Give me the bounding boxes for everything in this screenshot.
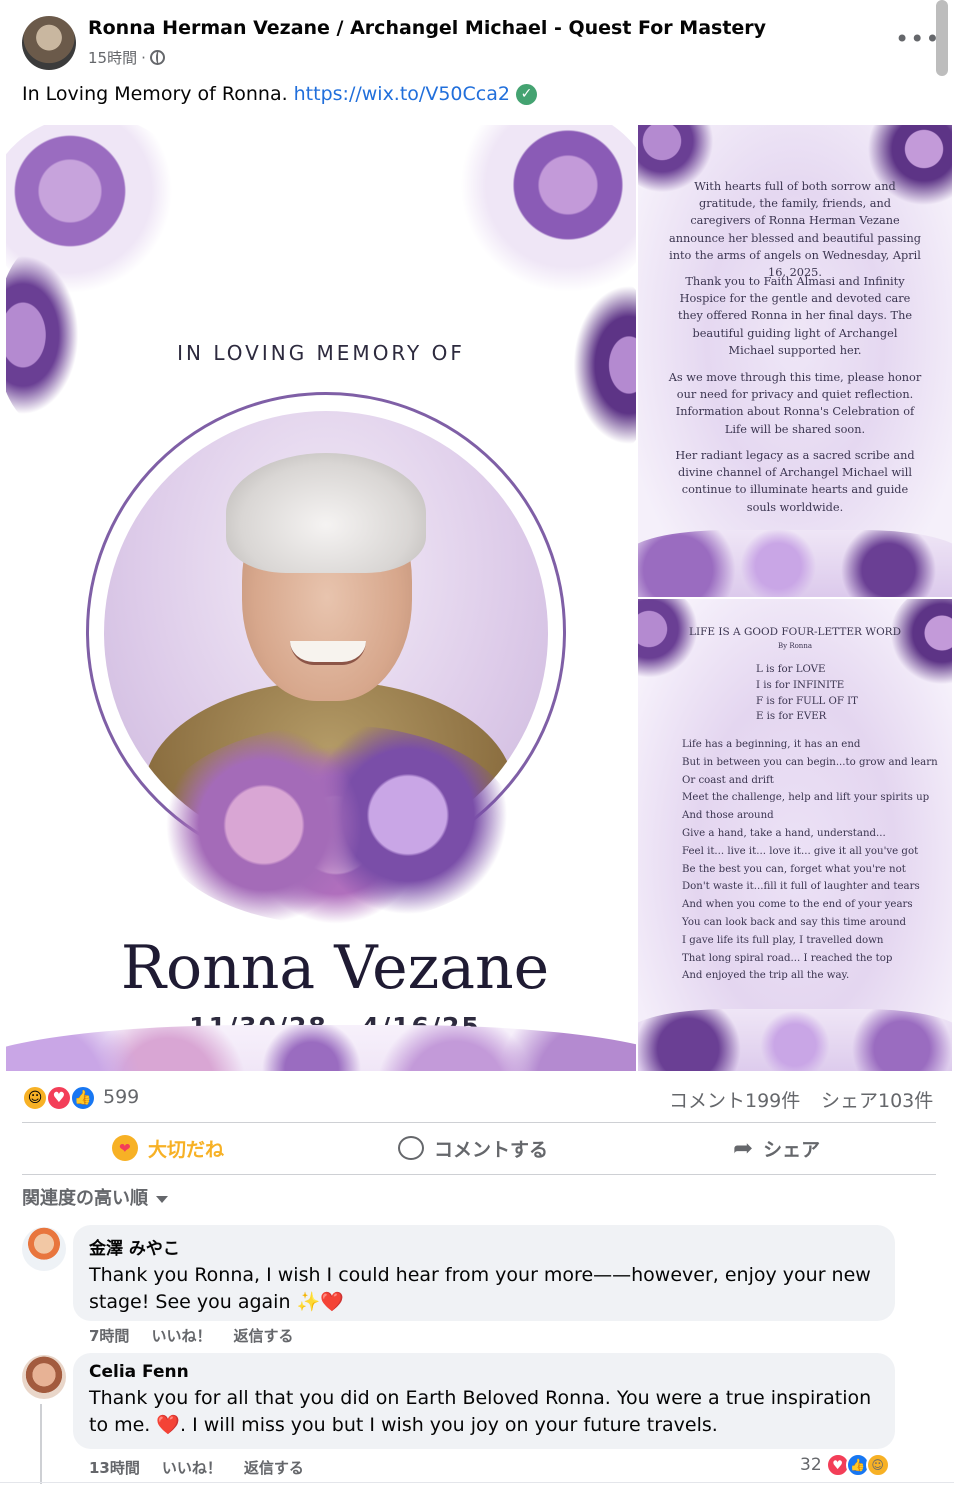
facebook-post: Ronna Herman Vezane / Archangel Michael … xyxy=(0,0,954,1500)
commenter-avatar[interactable] xyxy=(22,1227,66,1271)
announcement-paragraph-3: As we move through this time, please hon… xyxy=(668,371,922,436)
sort-label: 関連度の高い順 xyxy=(22,1188,148,1209)
reaction-summary-icons[interactable]: ☺ ♥ 👍 xyxy=(22,1085,98,1111)
floral-decoration xyxy=(566,275,636,455)
comment-actions: 13時間 いいね！ 返信する xyxy=(89,1457,304,1478)
share-label: シェア xyxy=(763,1138,821,1161)
poem-card-image[interactable]: LIFE IS A GOOD FOUR-LETTER WORD By Ronna… xyxy=(638,599,952,1071)
announcement-paragraph-1: With hearts full of both sorrow and grat… xyxy=(668,180,922,280)
page-name[interactable]: Ronna Herman Vezane / Archangel Michael … xyxy=(88,17,766,39)
like-icon: 👍 xyxy=(70,1085,96,1111)
memorial-name: Ronna Vezane xyxy=(120,933,550,1003)
check-circle-icon: ✓ xyxy=(515,83,537,105)
floral-border-bottom xyxy=(638,1009,952,1071)
poem-line: Life has a beginning, it has an end xyxy=(682,739,861,750)
comment-time[interactable]: 7時間 xyxy=(89,1325,129,1346)
comment-count[interactable]: コメント199件 xyxy=(669,1086,800,1113)
poem-line: Be the best you can, forget what you're … xyxy=(682,863,906,875)
portrait-hair xyxy=(226,453,426,573)
comment-reaction-count: 32 xyxy=(800,1455,822,1475)
acrostic-line: F is for FULL OF IT xyxy=(756,695,858,707)
comment-label: コメントする xyxy=(434,1138,549,1161)
post-text: In Loving Memory of Ronna. https://wix.t… xyxy=(22,83,537,105)
memorial-photo-main[interactable]: IN LOVING MEMORY OF Ronna Vezane 11/30/2… xyxy=(6,125,636,1071)
care-icon: ☺ xyxy=(865,1453,890,1477)
comment-time[interactable]: 13時間 xyxy=(89,1457,140,1478)
comment-sort-dropdown[interactable]: 関連度の高い順 xyxy=(22,1184,168,1210)
announcement-paragraph-2: Thank you to Faith Almasi and Infinity H… xyxy=(677,275,913,357)
post-link[interactable]: https://wix.to/V50Cca2 xyxy=(294,83,510,105)
post-meta: 15時間 · xyxy=(88,47,165,68)
poem-acrostic: L is for LOVE I is for INFINITE F is for… xyxy=(756,662,858,725)
post-time[interactable]: 15時間 xyxy=(88,47,137,68)
commenter-avatar[interactable] xyxy=(22,1355,66,1399)
page-avatar[interactable] xyxy=(22,16,76,70)
divider xyxy=(0,1482,954,1483)
poem-line: That long spiral road... I reached the t… xyxy=(682,952,893,964)
care-button[interactable]: 大切だね xyxy=(112,1128,224,1168)
comment-actions: 7時間 いいね！ 返信する xyxy=(89,1325,293,1346)
acrostic-line: E is for EVER xyxy=(756,711,827,723)
care-icon xyxy=(112,1135,138,1161)
share-icon: ➦ xyxy=(733,1134,754,1162)
divider xyxy=(22,1122,936,1123)
care-icon: ☺ xyxy=(22,1085,48,1111)
poem-line: Or coast and drift xyxy=(682,774,774,786)
poem-line: Feel it... live it... love it... give it… xyxy=(682,845,919,857)
comment-author[interactable]: 金澤 みやこ xyxy=(89,1234,879,1259)
meta-separator: · xyxy=(141,48,146,67)
share-count[interactable]: シェア103件 xyxy=(821,1086,933,1113)
poem-line: And when you come to the end of your yea… xyxy=(682,899,913,911)
comment-like-button[interactable]: いいね！ xyxy=(162,1457,222,1478)
floral-border-bottom xyxy=(638,530,952,597)
comment-text: Thank you for all that you did on Earth … xyxy=(89,1387,872,1436)
reaction-count[interactable]: 599 xyxy=(103,1086,139,1108)
poem-line: Meet the challenge, help and lift your s… xyxy=(682,792,930,804)
comment-button[interactable]: コメントする xyxy=(398,1128,548,1168)
comment-author[interactable]: Celia Fenn xyxy=(89,1362,879,1382)
comment-bubble: Celia Fenn Thank you for all that you di… xyxy=(73,1353,895,1449)
announcement-card-image[interactable]: With hearts full of both sorrow and grat… xyxy=(638,125,952,597)
share-button[interactable]: ➦ シェア xyxy=(733,1128,820,1168)
comment-icon xyxy=(398,1136,424,1160)
comment-like-button[interactable]: いいね！ xyxy=(151,1325,211,1346)
poem-line: But in between you can begin...to grow a… xyxy=(682,756,938,768)
globe-icon[interactable] xyxy=(149,50,165,65)
floral-border-bottom xyxy=(6,1025,636,1071)
floral-bouquet xyxy=(156,725,516,925)
poem-line: And enjoyed the trip all the way. xyxy=(682,970,850,982)
comment-reply-button[interactable]: 返信する xyxy=(233,1325,293,1346)
chevron-down-icon xyxy=(156,1195,168,1203)
poem-body: Life has a beginning, it has an end But … xyxy=(682,736,938,985)
poem-line: I gave life its full play, I travelled d… xyxy=(682,934,884,946)
poem-line: And those around xyxy=(682,810,774,822)
love-icon: ♥ xyxy=(46,1085,72,1111)
comment-text: Thank you Ronna, I wish I could hear fro… xyxy=(89,1264,871,1313)
acrostic-line: I is for INFINITE xyxy=(756,679,845,691)
care-label: 大切だね xyxy=(148,1138,225,1161)
comment-bubble: 金澤 みやこ Thank you Ronna, I wish I could h… xyxy=(73,1225,895,1321)
comment-reply-button[interactable]: 返信する xyxy=(244,1457,304,1478)
acrostic-line: L is for LOVE xyxy=(756,664,826,675)
poem-line: Don't waste it...fill it full of laughte… xyxy=(682,881,920,893)
announcement-paragraph-4: Her radiant legacy as a sacred scribe an… xyxy=(675,449,915,514)
memorial-heading: IN LOVING MEMORY OF xyxy=(177,341,465,365)
divider xyxy=(22,1174,936,1175)
poem-line: You can look back and say this time arou… xyxy=(682,916,907,928)
comment-reactions[interactable]: 32 ♥ 👍 ☺ xyxy=(800,1453,890,1477)
thread-line xyxy=(40,1404,42,1484)
poem-title: LIFE IS A GOOD FOUR-LETTER WORD xyxy=(688,626,902,638)
poem-byline: By Ronna xyxy=(778,642,812,650)
portrait-smile xyxy=(290,641,366,665)
more-horizontal-icon[interactable]: ••• xyxy=(895,24,939,54)
poem-line: Give a hand, take a hand, understand... xyxy=(682,827,886,839)
post-message: In Loving Memory of Ronna. xyxy=(22,83,288,105)
